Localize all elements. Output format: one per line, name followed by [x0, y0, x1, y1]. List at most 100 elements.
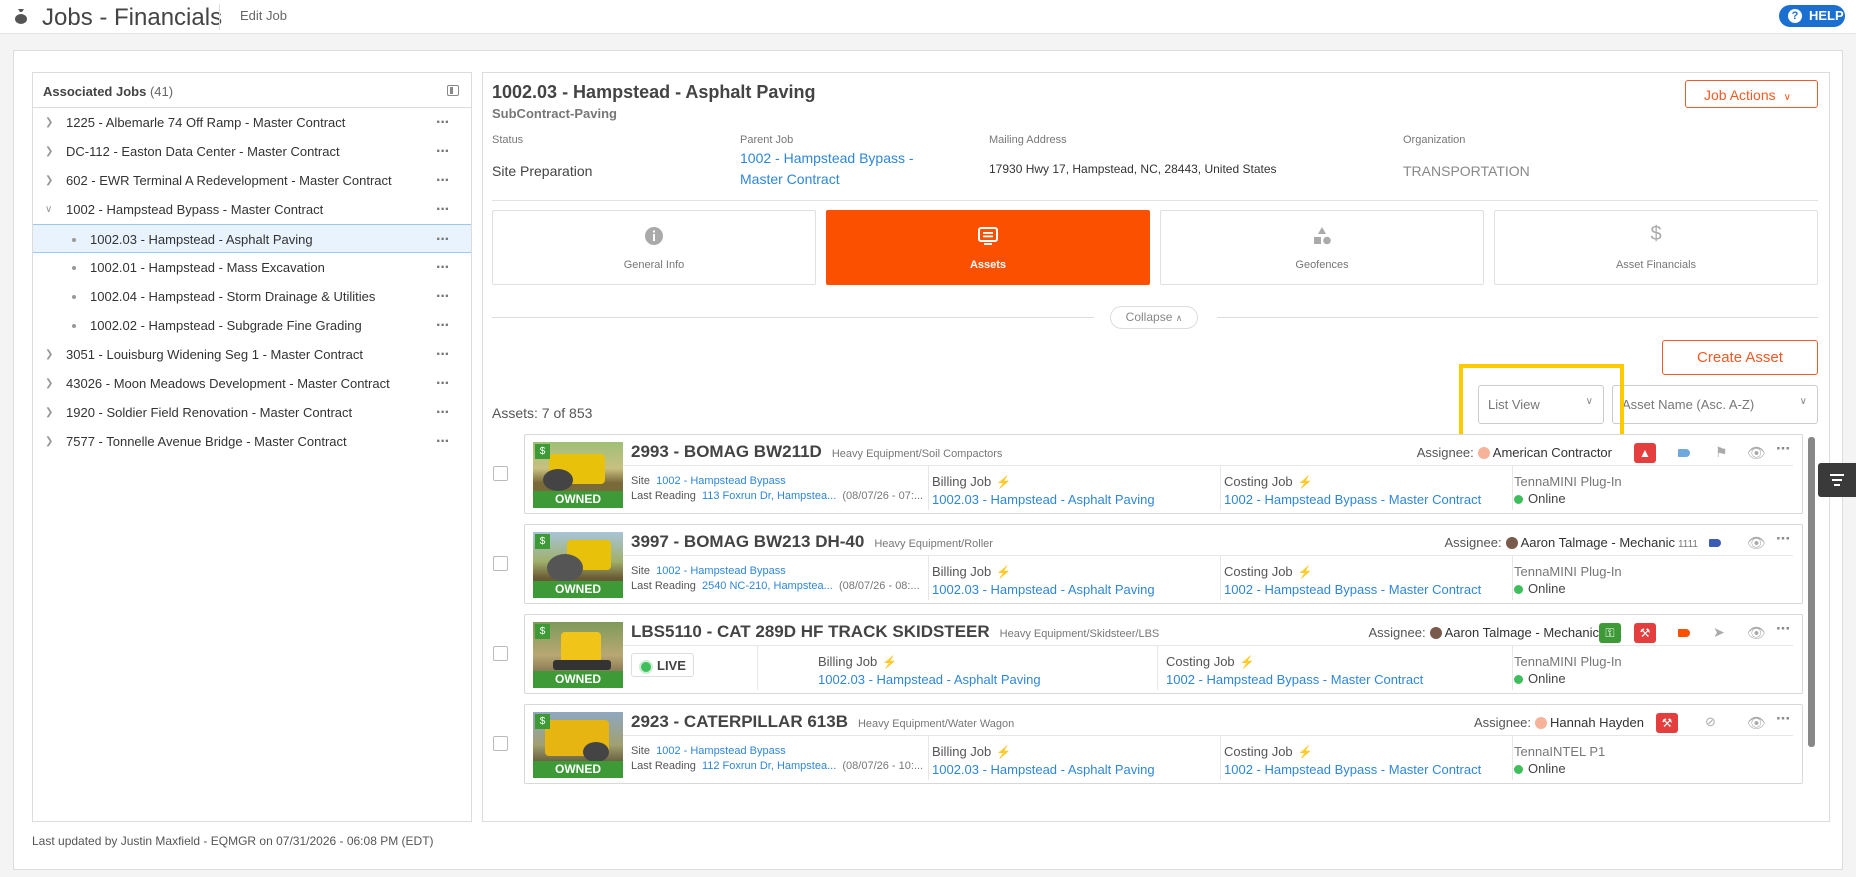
money-bag-icon: $ [535, 444, 550, 459]
help-button[interactable]: ? HELP [1779, 5, 1845, 27]
job-tree-item[interactable]: ❯ 1225 - Albemarle 74 Off Ramp - Master C… [33, 108, 471, 137]
job-tree-item[interactable]: ❯ 1920 - Soldier Field Renovation - Maste… [33, 398, 471, 427]
assignee-name[interactable]: American Contractor [1493, 445, 1612, 460]
job-tree-item-selected[interactable]: 1002.03 - Hampstead - Asphalt Paving ··· [33, 224, 471, 253]
job-tree-item[interactable]: ❯ 43026 - Moon Meadows Development - Mast… [33, 369, 471, 398]
wrench-icon[interactable]: ⚒ [1634, 623, 1656, 643]
more-icon[interactable]: ··· [436, 340, 450, 369]
tag-icon[interactable] [1678, 449, 1690, 457]
chevron-right-icon[interactable]: ❯ [45, 427, 53, 456]
row-checkbox[interactable] [493, 556, 508, 571]
eye-icon[interactable]: 👁 [1747, 714, 1766, 732]
tag-icon[interactable] [1709, 539, 1721, 547]
asset-card[interactable]: $ OWNED 2993 - BOMAG BW211D Heavy Equipmen… [524, 434, 1803, 514]
costing-job-link[interactable]: 1002 - Hampstead Bypass - Master Contrac… [1166, 672, 1423, 687]
collapse-button[interactable]: Collapse ∧ [1110, 306, 1198, 329]
more-icon[interactable]: ··· [436, 282, 450, 311]
more-icon[interactable]: ··· [1776, 619, 1791, 639]
more-icon[interactable]: ··· [436, 427, 450, 456]
more-icon[interactable]: ··· [436, 137, 450, 166]
assignee-name[interactable]: Hannah Hayden [1550, 715, 1644, 730]
key-icon[interactable]: ⚿ [1599, 623, 1621, 643]
row-checkbox[interactable] [493, 646, 508, 661]
assignee-name[interactable]: Aaron Talmage - Mechanic [1521, 535, 1675, 550]
billing-job-link[interactable]: 1002.03 - Hampstead - Asphalt Paving [818, 672, 1041, 687]
asset-name-text[interactable]: 2923 - CATERPILLAR 613B [631, 712, 848, 731]
job-tree-item[interactable]: ❯ 3051 - Louisburg Widening Seg 1 - Maste… [33, 340, 471, 369]
site-link[interactable]: 1002 - Hampstead Bypass [656, 475, 786, 487]
chevron-right-icon[interactable]: ❯ [45, 166, 53, 195]
asset-name-text[interactable]: LBS5110 - CAT 289D HF TRACK SKIDSTEER [631, 622, 990, 641]
row-checkbox[interactable] [493, 466, 508, 481]
job-actions-button[interactable]: Job Actions ∨ [1685, 80, 1818, 108]
chevron-right-icon[interactable]: ❯ [45, 398, 53, 427]
tab-asset-financials[interactable]: $ Asset Financials [1494, 210, 1818, 285]
eye-off-icon[interactable]: ⊘ [1705, 714, 1716, 730]
billing-job-link[interactable]: 1002.03 - Hampstead - Asphalt Paving [932, 582, 1155, 597]
more-icon[interactable]: ··· [436, 311, 450, 340]
billing-job-label-text: Billing Job [932, 744, 992, 759]
chevron-right-icon[interactable]: ❯ [45, 108, 53, 137]
asset-name-text[interactable]: 3997 - BOMAG BW213 DH-40 [631, 532, 864, 551]
more-icon[interactable]: ··· [436, 253, 450, 282]
last-reading-link[interactable]: 113 Foxrun Dr, Hampstea... [702, 490, 836, 502]
billing-job-label-text: Billing Job [818, 654, 878, 669]
more-icon[interactable]: ··· [1776, 439, 1791, 459]
flag-icon[interactable]: ⚑ [1715, 444, 1728, 461]
costing-job-link[interactable]: 1002 - Hampstead Bypass - Master Contrac… [1224, 492, 1481, 507]
eye-icon[interactable]: 👁 [1747, 444, 1766, 462]
alert-icon[interactable]: ▲ [1634, 443, 1656, 463]
row-checkbox[interactable] [493, 736, 508, 751]
job-tree-item[interactable]: ❯ DC-112 - Easton Data Center - Master Co… [33, 137, 471, 166]
site-label: Site [631, 745, 650, 757]
asset-name: 2993 - BOMAG BW211D Heavy Equipment/Soil … [631, 442, 1002, 462]
job-tree-item[interactable]: 1002.04 - Hampstead - Storm Drainage & U… [33, 282, 471, 311]
billing-job-link[interactable]: 1002.03 - Hampstead - Asphalt Paving [932, 762, 1155, 777]
last-reading-link[interactable]: 112 Foxrun Dr, Hampstea... [702, 760, 836, 772]
scrollbar[interactable] [1808, 437, 1815, 747]
filter-icon[interactable] [1818, 463, 1856, 497]
wrench-icon[interactable]: ⚒ [1656, 713, 1678, 733]
tab-general-info[interactable]: General Info [492, 210, 816, 285]
parent-job-link[interactable]: 1002 - Hampstead Bypass - Master Contract [740, 148, 914, 190]
more-icon[interactable]: ··· [1776, 529, 1791, 549]
panel-toggle-icon[interactable] [447, 85, 459, 96]
more-icon[interactable]: ··· [1776, 709, 1791, 729]
more-icon[interactable]: ··· [436, 225, 450, 254]
job-tree-item[interactable]: ❯ 602 - EWR Terminal A Redevelopment - Ma… [33, 166, 471, 195]
job-tree-item[interactable]: 1002.01 - Hampstead - Mass Excavation ··· [33, 253, 471, 282]
chevron-down-icon[interactable]: ∨ [45, 195, 52, 224]
more-icon[interactable]: ··· [436, 195, 450, 224]
job-tree-item[interactable]: ❯ 7577 - Tonnelle Avenue Bridge - Master … [33, 427, 471, 456]
asset-card[interactable]: $ OWNED LBS5110 - CAT 289D HF TRACK SKIDS… [524, 614, 1803, 694]
costing-job-link[interactable]: 1002 - Hampstead Bypass - Master Contrac… [1224, 582, 1481, 597]
job-tree-item[interactable]: 1002.02 - Hampstead - Subgrade Fine Grad… [33, 311, 471, 340]
tab-geofences[interactable]: Geofences [1160, 210, 1484, 285]
navigation-icon[interactable]: ➤ [1713, 624, 1725, 641]
more-icon[interactable]: ··· [436, 369, 450, 398]
asset-name-text[interactable]: 2993 - BOMAG BW211D [631, 442, 822, 461]
chevron-right-icon[interactable]: ❯ [45, 340, 53, 369]
more-icon[interactable]: ··· [436, 398, 450, 427]
job-tree-item[interactable]: ∨ 1002 - Hampstead Bypass - Master Contra… [33, 195, 471, 224]
asset-card[interactable]: $ OWNED 2923 - CATERPILLAR 613B Heavy Equi… [524, 704, 1803, 784]
eye-icon[interactable]: 👁 [1747, 624, 1766, 642]
more-icon[interactable]: ··· [436, 166, 450, 195]
site-link[interactable]: 1002 - Hampstead Bypass [656, 745, 786, 757]
sort-select[interactable]: Asset Name (Asc. A-Z) ∨ [1612, 385, 1818, 424]
more-icon[interactable]: ··· [436, 108, 450, 137]
chevron-right-icon[interactable]: ❯ [45, 137, 53, 166]
site-link[interactable]: 1002 - Hampstead Bypass [656, 565, 786, 577]
tab-assets[interactable]: Assets [826, 210, 1150, 285]
chevron-right-icon[interactable]: ❯ [45, 369, 53, 398]
avatar [1477, 447, 1490, 459]
job-title: 1002.03 - Hampstead - Asphalt Paving [492, 82, 816, 102]
assignee-name[interactable]: Aaron Talmage - Mechanic [1445, 625, 1599, 640]
tag-icon[interactable] [1678, 629, 1690, 637]
billing-job-link[interactable]: 1002.03 - Hampstead - Asphalt Paving [932, 492, 1155, 507]
last-reading-link[interactable]: 2540 NC-210, Hampstea... [702, 580, 833, 592]
create-asset-button[interactable]: Create Asset [1662, 340, 1818, 375]
eye-icon[interactable]: 👁 [1747, 534, 1766, 552]
costing-job-link[interactable]: 1002 - Hampstead Bypass - Master Contrac… [1224, 762, 1481, 777]
asset-card[interactable]: $ OWNED 3997 - BOMAG BW213 DH-40 Heavy Equ… [524, 524, 1803, 604]
